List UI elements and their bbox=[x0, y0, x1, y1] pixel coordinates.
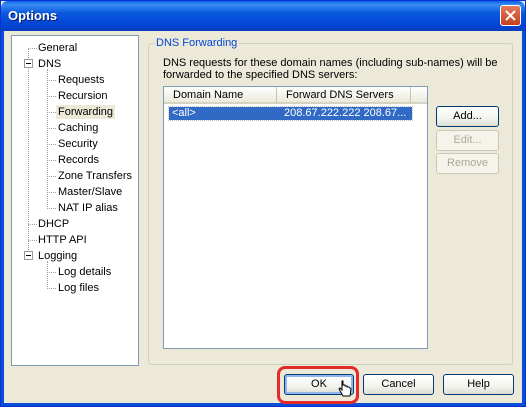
tree-line bbox=[47, 208, 56, 209]
tree-item-security[interactable]: Security bbox=[58, 137, 98, 151]
remove-button[interactable]: Remove bbox=[436, 153, 499, 174]
tree-line bbox=[47, 144, 56, 145]
forwarding-list[interactable]: Domain Name Forward DNS Servers <all> 20… bbox=[163, 86, 428, 349]
window-frame-bottom bbox=[1, 403, 525, 406]
hand-cursor-icon bbox=[338, 380, 352, 401]
tree-line bbox=[28, 240, 37, 241]
tree-item-log-files[interactable]: Log files bbox=[58, 281, 99, 295]
tree-item-records[interactable]: Records bbox=[58, 153, 99, 167]
servers-cell: 208.67.222.222 208.67... bbox=[284, 107, 407, 119]
tree-item-requests[interactable]: Requests bbox=[58, 73, 104, 87]
tree-line bbox=[47, 288, 56, 289]
tree-line bbox=[47, 192, 56, 193]
window-frame-left bbox=[1, 31, 4, 405]
column-header-domain-name[interactable]: Domain Name bbox=[164, 87, 276, 104]
collapse-dns-icon[interactable] bbox=[24, 59, 33, 68]
tree-line bbox=[47, 272, 56, 273]
forwarding-description: DNS requests for these domain names (inc… bbox=[163, 57, 498, 81]
add-button[interactable]: Add... bbox=[436, 106, 499, 127]
domain-cell: <all> bbox=[172, 107, 196, 119]
collapse-logging-icon[interactable] bbox=[24, 251, 33, 260]
title-bar[interactable]: Options bbox=[1, 1, 525, 31]
tree-line bbox=[47, 160, 56, 161]
tree-item-logging[interactable]: Logging bbox=[38, 249, 77, 263]
options-tree[interactable]: General DNS Requests Recursion Forwardin… bbox=[11, 35, 139, 366]
tree-line bbox=[47, 69, 48, 209]
tree-item-http-api[interactable]: HTTP API bbox=[38, 233, 87, 247]
tree-line bbox=[47, 112, 56, 113]
tree-item-dhcp[interactable]: DHCP bbox=[38, 217, 69, 231]
tree-item-log-details[interactable]: Log details bbox=[58, 265, 111, 279]
cancel-button[interactable]: Cancel bbox=[363, 374, 434, 395]
tree-item-caching[interactable]: Caching bbox=[58, 121, 98, 135]
group-label: DNS Forwarding bbox=[154, 37, 240, 49]
window-frame-right bbox=[522, 31, 525, 405]
tree-line bbox=[47, 261, 48, 289]
tree-item-recursion[interactable]: Recursion bbox=[58, 89, 108, 103]
list-item[interactable]: <all> 208.67.222.222 208.67... bbox=[168, 106, 413, 121]
tree-line bbox=[28, 48, 37, 49]
tree-item-zone-transfers[interactable]: Zone Transfers bbox=[58, 169, 132, 183]
edit-button[interactable]: Edit... bbox=[436, 130, 499, 151]
window-title: Options bbox=[8, 8, 58, 23]
tree-line bbox=[47, 128, 56, 129]
tree-item-forwarding[interactable]: Forwarding bbox=[56, 105, 116, 119]
tree-item-nat-ip-alias[interactable]: NAT IP alias bbox=[58, 201, 118, 215]
tree-line bbox=[28, 48, 29, 258]
column-header-forward-dns-servers[interactable]: Forward DNS Servers bbox=[276, 87, 410, 104]
close-button[interactable] bbox=[500, 5, 521, 26]
tree-item-dns[interactable]: DNS bbox=[38, 57, 61, 71]
tree-line bbox=[47, 96, 56, 97]
tree-line bbox=[28, 224, 37, 225]
tree-line bbox=[47, 176, 56, 177]
tree-item-general[interactable]: General bbox=[38, 41, 77, 55]
tree-item-master-slave[interactable]: Master/Slave bbox=[58, 185, 122, 199]
column-header-filler bbox=[410, 87, 427, 104]
help-button[interactable]: Help bbox=[443, 374, 514, 395]
tree-line bbox=[47, 80, 56, 81]
